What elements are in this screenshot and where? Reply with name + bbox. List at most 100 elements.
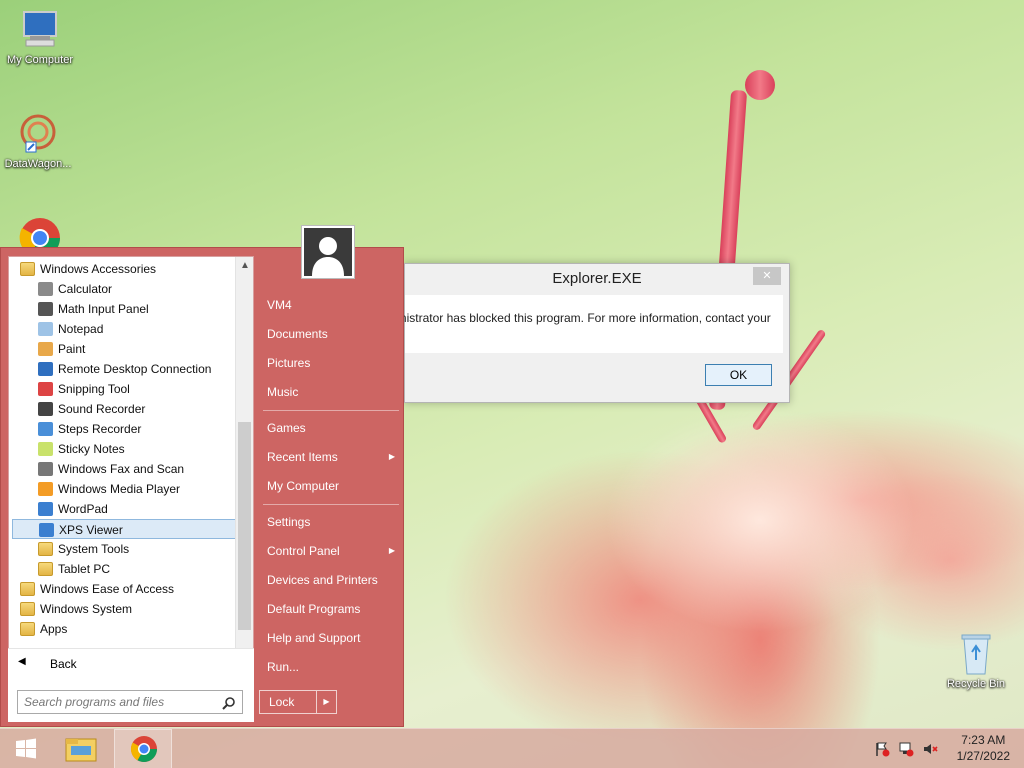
volume-muted-icon[interactable]	[922, 741, 938, 757]
start-menu-link[interactable]: VM4	[267, 295, 399, 315]
ok-button[interactable]: OK	[705, 364, 772, 386]
program-list-item[interactable]: Windows System	[12, 599, 238, 619]
scroll-up-icon[interactable]: ▲	[236, 257, 254, 275]
program-list-item[interactable]: System Tools	[12, 539, 238, 559]
program-list-item[interactable]: Math Input Panel	[12, 299, 238, 319]
paint-icon	[38, 342, 53, 356]
program-label: Calculator	[58, 282, 113, 296]
desktop-icon-recycle-bin[interactable]: Recycle Bin	[936, 632, 1016, 690]
start-menu-link[interactable]: Control Panel ▶	[267, 541, 399, 561]
notepad-icon	[38, 322, 53, 336]
scroll-thumb[interactable]	[238, 422, 251, 630]
network-icon[interactable]	[898, 741, 914, 757]
start-menu-link-label: Games	[267, 421, 306, 435]
media-player-icon	[38, 482, 53, 496]
math-input-icon	[38, 302, 53, 316]
lock-options-arrow-icon[interactable]: ▶	[316, 691, 336, 713]
start-menu-link[interactable]: Games	[267, 418, 399, 438]
folder-icon	[20, 582, 35, 596]
taskbar: 7:23 AM 1/27/2022	[0, 728, 1024, 768]
program-label: Tablet PC	[58, 562, 111, 576]
program-label: WordPad	[58, 502, 108, 516]
start-menu-link-label: Documents	[267, 327, 328, 341]
start-menu-link[interactable]: Help and Support	[267, 628, 399, 648]
start-menu: Windows Accessories Calculator Math Input …	[0, 247, 404, 727]
folder-icon	[20, 602, 35, 616]
search-input[interactable]: Search programs and files	[17, 690, 243, 714]
program-list-item[interactable]: Apps	[12, 619, 238, 639]
start-menu-link-label: Pictures	[267, 356, 311, 370]
program-list-item[interactable]: Remote Desktop Connection	[12, 359, 238, 379]
desktop-icon-my-computer[interactable]: My Computer	[0, 8, 80, 66]
program-list-item[interactable]: Snipping Tool	[12, 379, 238, 399]
program-list-item[interactable]: Windows Fax and Scan	[12, 459, 238, 479]
datawagon-icon	[14, 112, 62, 156]
scrollbar[interactable]: ▲ ▼	[235, 257, 253, 684]
back-button[interactable]: ◀ Back	[8, 648, 254, 678]
submenu-arrow-icon: ▶	[388, 546, 395, 555]
remote-desktop-icon	[38, 362, 53, 376]
clock-date: 1/27/2022	[956, 749, 1010, 763]
start-menu-link[interactable]: Settings	[267, 512, 399, 532]
program-label: Windows Media Player	[58, 482, 181, 496]
start-menu-link[interactable]: Recent Items ▶	[267, 447, 399, 467]
program-list-item[interactable]: XPS Viewer	[12, 519, 238, 539]
program-label: System Tools	[58, 542, 130, 556]
program-list-item[interactable]: Windows Media Player	[12, 479, 238, 499]
folder-icon	[20, 262, 35, 276]
close-icon[interactable]: ✕	[753, 267, 781, 285]
program-label: Notepad	[58, 322, 104, 336]
user-avatar[interactable]	[301, 225, 355, 279]
program-label: Sound Recorder	[58, 402, 146, 416]
start-menu-link[interactable]: Documents	[267, 324, 399, 344]
start-menu-link[interactable]: Default Programs	[267, 599, 399, 619]
program-list-item[interactable]: Calculator	[12, 279, 238, 299]
start-menu-link[interactable]: Music	[267, 382, 399, 402]
start-menu-link-label: Help and Support	[267, 631, 361, 645]
back-label: Back	[50, 657, 77, 671]
start-button[interactable]	[6, 729, 46, 768]
folder-icon	[38, 542, 53, 556]
program-list-item[interactable]: Windows Accessories	[12, 259, 238, 279]
program-list-item[interactable]: Sticky Notes	[12, 439, 238, 459]
program-list-item[interactable]: Paint	[12, 339, 238, 359]
wordpad-icon	[38, 502, 53, 516]
program-list-item[interactable]: Windows Ease of Access	[12, 579, 238, 599]
start-menu-link-label: Default Programs	[267, 602, 361, 616]
program-list-item[interactable]: Tablet PC	[12, 559, 238, 579]
system-clock[interactable]: 7:23 AM 1/27/2022	[957, 732, 1010, 764]
submenu-arrow-icon: ▶	[388, 452, 395, 461]
start-menu-link-label: Devices and Printers	[267, 573, 378, 587]
program-label: Snipping Tool	[58, 382, 130, 396]
clock-time: 7:23 AM	[961, 733, 1006, 747]
action-center-flag-icon[interactable]	[874, 741, 890, 757]
taskbar-file-explorer[interactable]	[58, 729, 104, 768]
blocked-program-dialog: Explorer.EXE ✕ Your system administrator…	[305, 263, 790, 403]
start-menu-right-pane: VM4 Documents Pictures Music Games Recent Ite…	[257, 248, 405, 728]
program-label: Sticky Notes	[58, 442, 125, 456]
dialog-body: Your system administrator has blocked th…	[305, 295, 783, 353]
start-menu-link-label: My Computer	[267, 479, 340, 493]
program-label: Windows System	[40, 602, 133, 616]
start-menu-link[interactable]: Devices and Printers	[267, 570, 399, 590]
program-label: Apps	[40, 622, 68, 636]
folder-icon	[20, 622, 35, 636]
start-menu-link-label: Settings	[267, 515, 311, 529]
start-menu-link[interactable]: Pictures	[267, 353, 399, 373]
search-icon[interactable]	[222, 695, 236, 710]
desktop-icon-datawagon[interactable]: DataWagon...	[0, 112, 78, 170]
start-menu-link[interactable]: My Computer	[267, 476, 399, 496]
lock-button[interactable]: Lock ▶	[259, 690, 337, 714]
menu-separator	[263, 504, 399, 505]
program-list-item[interactable]: Steps Recorder	[12, 419, 238, 439]
program-list-item[interactable]: WordPad	[12, 499, 238, 519]
desktop-icon-label: My Computer	[6, 54, 74, 66]
start-menu-link[interactable]: Run...	[267, 657, 399, 677]
program-list-item[interactable]: Sound Recorder	[12, 399, 238, 419]
program-label: Steps Recorder	[58, 422, 142, 436]
dialog-title: Explorer.EXE	[552, 270, 642, 287]
steps-recorder-icon	[38, 422, 53, 436]
program-list-item[interactable]: Notepad	[12, 319, 238, 339]
chrome-icon	[130, 736, 158, 763]
taskbar-chrome[interactable]	[114, 729, 172, 768]
